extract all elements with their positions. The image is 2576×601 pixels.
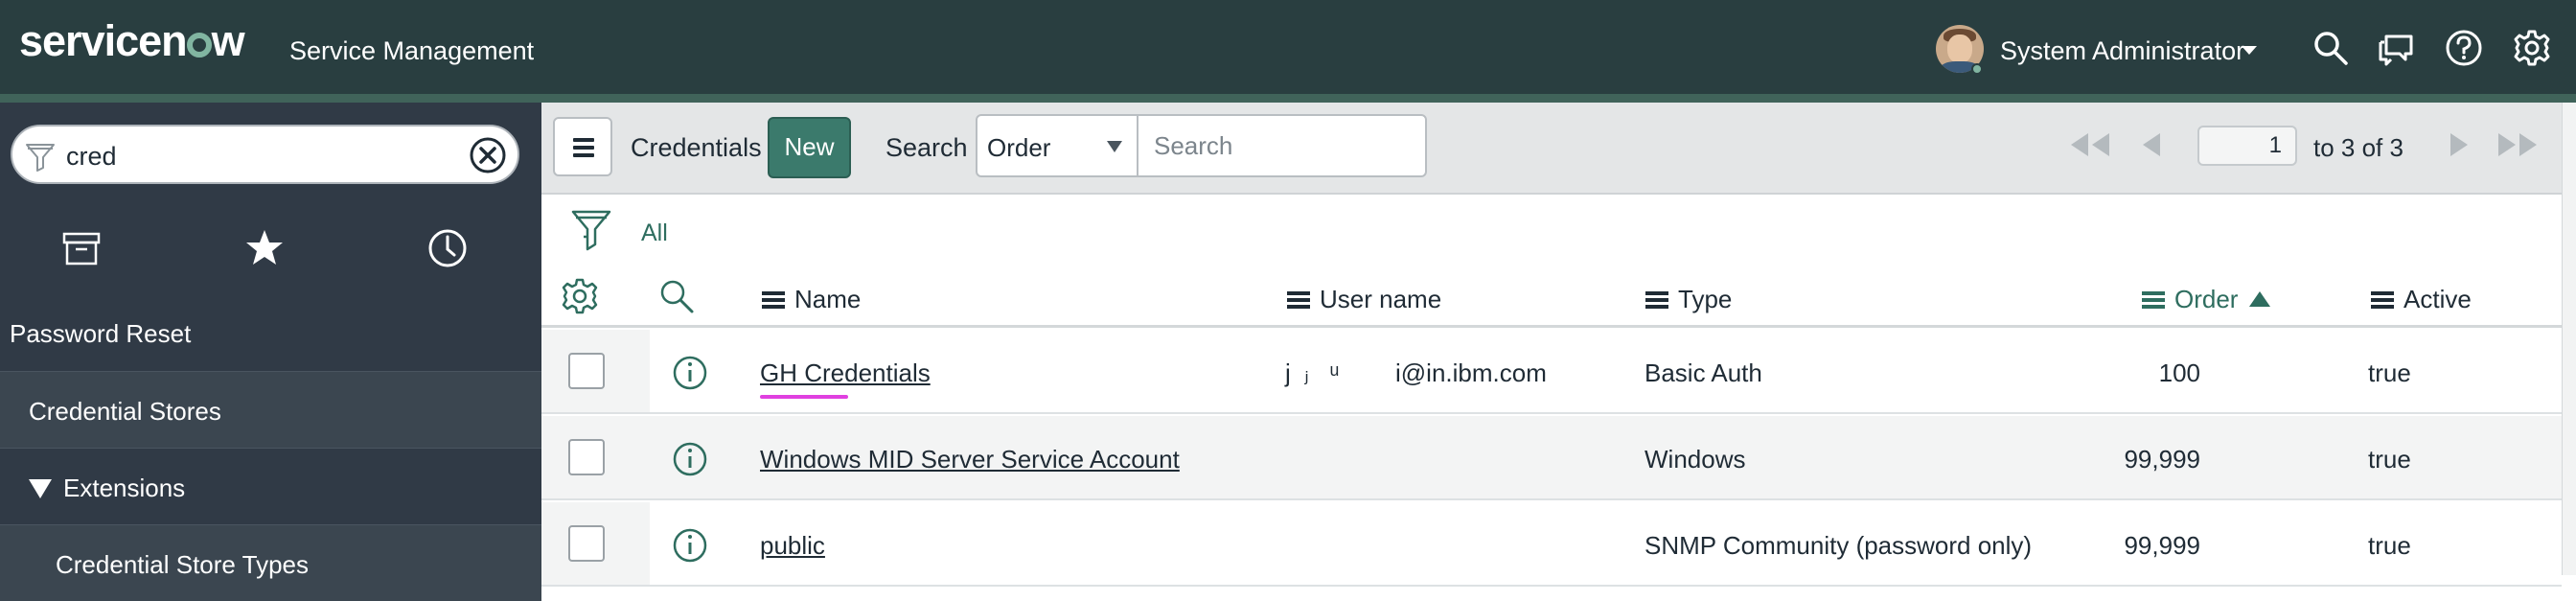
row-checkbox[interactable] xyxy=(568,525,605,562)
column-header-order[interactable]: Order xyxy=(2142,285,2271,314)
nav-app-label: Password Reset xyxy=(10,319,192,348)
sort-ascending-icon xyxy=(2249,291,2271,307)
previous-page-icon[interactable] xyxy=(2139,131,2164,158)
servicenow-logo[interactable]: servicen w xyxy=(19,16,245,66)
record-name-link[interactable]: public xyxy=(760,531,825,561)
column-header-type[interactable]: Type xyxy=(1645,285,1732,314)
list-search-input[interactable] xyxy=(1137,114,1427,177)
navigator-filter-input[interactable]: cred xyxy=(66,142,117,172)
list-title: Credentials xyxy=(631,133,762,162)
breadcrumb-all-link[interactable]: All xyxy=(641,220,668,247)
column-menu-icon[interactable] xyxy=(762,291,785,309)
filter-funnel-icon[interactable] xyxy=(570,208,612,252)
user-menu-name[interactable]: System Administrator xyxy=(2000,36,2244,66)
active-cell: true xyxy=(2368,531,2411,560)
nav-app-password-reset[interactable]: Password Reset xyxy=(0,294,541,371)
help-icon[interactable] xyxy=(2445,29,2483,67)
expanded-triangle-icon xyxy=(29,479,52,498)
gear-icon[interactable] xyxy=(2513,29,2551,67)
personalize-list-gear-icon[interactable] xyxy=(561,277,599,315)
spellcheck-underline xyxy=(760,395,848,399)
nav-item-credential-store-types[interactable]: Credential Store Types xyxy=(0,524,541,601)
type-cell: SNMP Community (password only) xyxy=(1644,531,2033,560)
column-menu-icon[interactable] xyxy=(1645,291,1668,309)
type-cell: Windows xyxy=(1644,445,1746,474)
clear-filter-icon[interactable] xyxy=(469,136,507,174)
header-accent-stripe xyxy=(0,94,2576,103)
avatar-face xyxy=(1947,35,1972,63)
row-checkbox[interactable] xyxy=(568,353,605,389)
search-field-select[interactable]: Order xyxy=(976,114,1138,177)
list-toolbar: Credentials New Search Order to 3 of 3 xyxy=(541,103,2576,195)
first-page-icon[interactable] xyxy=(2065,131,2115,158)
user-name-redaction-fragment: j ⱼ ᵘ xyxy=(1285,358,1340,387)
table-row: GH Credentials j ⱼ ᵘ i@in.ibm.com Basic … xyxy=(541,330,2562,414)
filter-funnel-icon xyxy=(26,144,55,172)
column-header-active[interactable]: Active xyxy=(2371,285,2472,314)
preview-info-icon[interactable] xyxy=(672,355,708,391)
preview-info-icon[interactable] xyxy=(672,441,708,477)
active-cell: true xyxy=(2368,445,2411,474)
history-clock-icon[interactable] xyxy=(425,225,471,271)
column-header-user-name[interactable]: User name xyxy=(1287,285,1441,314)
column-menu-icon[interactable] xyxy=(1287,291,1310,309)
nav-item-credential-stores[interactable]: Credential Stores xyxy=(0,371,541,448)
top-header: servicen w Service Management System Admi… xyxy=(0,0,2576,94)
user-menu-caret-icon[interactable] xyxy=(2242,46,2257,55)
hamburger-icon-bar xyxy=(573,153,594,157)
record-name-link[interactable]: Windows MID Server Service Account xyxy=(760,445,1180,474)
record-name-link[interactable]: GH Credentials xyxy=(760,358,931,388)
page-number-input[interactable] xyxy=(2197,126,2297,166)
breadcrumb: All xyxy=(541,196,2562,264)
chevron-down-icon xyxy=(1107,141,1122,152)
nav-item-label: Credential Stores xyxy=(29,397,221,426)
user-name-cell: i@in.ibm.com xyxy=(1395,358,1547,387)
all-apps-archive-icon[interactable] xyxy=(58,225,104,271)
row-select-cell xyxy=(541,502,650,585)
app-title: Service Management xyxy=(289,36,535,65)
type-cell: Basic Auth xyxy=(1644,358,1762,387)
order-cell: 99,999 xyxy=(2124,445,2200,474)
navigator-filter[interactable]: cred xyxy=(11,125,519,184)
search-icon[interactable] xyxy=(2312,29,2350,67)
page-range-text: to 3 of 3 xyxy=(2313,133,2404,162)
logo-o-ring xyxy=(186,33,212,58)
favorites-star-icon[interactable] xyxy=(242,225,288,271)
connect-chat-icon[interactable] xyxy=(2377,29,2415,67)
column-header-name[interactable]: Name xyxy=(762,285,861,314)
column-menu-icon[interactable] xyxy=(2142,291,2165,309)
table-row: Windows MID Server Service Account Windo… xyxy=(541,416,2562,500)
nav-item-extensions[interactable]: Extensions xyxy=(0,448,541,524)
order-cell: 100 xyxy=(2158,358,2200,387)
column-header-row: Name User name Type Order Active xyxy=(541,266,2562,328)
new-button[interactable]: New xyxy=(768,117,851,178)
hamburger-icon-bar xyxy=(573,138,594,142)
column-menu-icon[interactable] xyxy=(2371,291,2394,309)
order-cell: 99,999 xyxy=(2124,531,2200,560)
nav-item-label: Extensions xyxy=(29,474,185,503)
next-page-icon[interactable] xyxy=(2447,131,2472,158)
row-select-cell xyxy=(541,416,650,498)
column-search-icon[interactable] xyxy=(657,277,696,315)
list-context-menu-button[interactable] xyxy=(553,117,612,176)
nav-item-label: Credential Store Types xyxy=(56,550,309,579)
row-checkbox[interactable] xyxy=(568,439,605,475)
search-label: Search xyxy=(886,133,968,162)
presence-status-dot xyxy=(1971,63,1983,75)
hamburger-icon-bar xyxy=(573,146,594,150)
vertical-scrollbar[interactable] xyxy=(2562,103,2576,575)
preview-info-icon[interactable] xyxy=(672,527,708,564)
list-view: Credentials New Search Order to 3 of 3 A… xyxy=(541,103,2576,587)
last-page-icon[interactable] xyxy=(2493,131,2542,158)
application-navigator: cred Password Reset Credential Stores Ex… xyxy=(0,103,541,601)
table-row: public SNMP Community (password only) 99… xyxy=(541,502,2562,587)
row-select-cell xyxy=(541,330,650,412)
active-cell: true xyxy=(2368,358,2411,387)
